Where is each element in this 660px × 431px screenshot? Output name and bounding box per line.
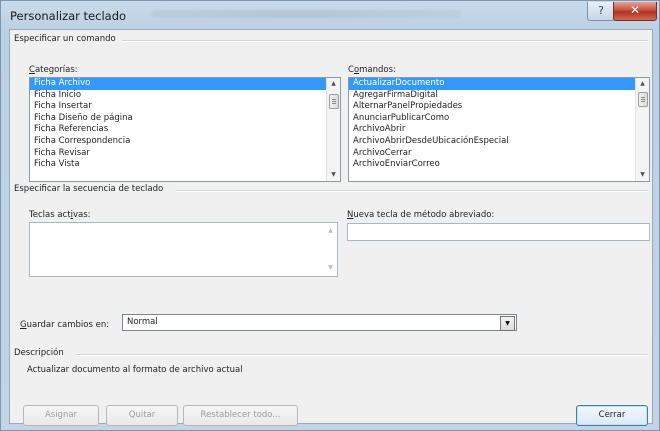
save-in-label: Guardar cambios en:	[20, 320, 110, 330]
list-item[interactable]: Ficha Vista	[30, 159, 326, 171]
list-item[interactable]: ArchivoAbrir	[349, 124, 635, 136]
dialog-title: Personalizar teclado	[10, 9, 127, 23]
categories-items: Ficha Archivo Ficha Inicio Ficha Insertar F…	[30, 78, 326, 171]
scroll-down-icon[interactable]: ▼	[327, 169, 340, 181]
assign-button[interactable]: Asignar	[23, 405, 99, 426]
list-item[interactable]: Ficha Inicio	[30, 90, 326, 102]
window-close-button[interactable]: ✕	[613, 2, 657, 21]
scroll-thumb[interactable]	[329, 94, 339, 109]
list-item[interactable]: AlternarPanelPropiedades	[349, 101, 635, 113]
list-item[interactable]: Ficha Insertar	[30, 101, 326, 113]
list-item[interactable]: Ficha Diseño de página	[30, 113, 326, 125]
list-item[interactable]: Ficha Archivo	[30, 78, 326, 90]
commands-label: Comandos:	[348, 65, 396, 75]
close-button[interactable]: Cerrar	[576, 405, 648, 426]
dialog-body: Especificar un comando Categorías: Ficha…	[9, 29, 653, 426]
scroll-thumb[interactable]	[638, 92, 648, 107]
command-section-title: Especificar un comando	[14, 34, 116, 44]
current-keys-listbox[interactable]: ▲ ▼	[29, 222, 338, 277]
description-text: Actualizar documento al formato de archi…	[27, 365, 243, 375]
section-divider	[122, 40, 648, 42]
list-item[interactable]: ArchivoAbrirDesdeUbicaciónEspecial	[349, 136, 635, 148]
commands-items: ActualizarDocumento AgregarFirmaDigital Al…	[349, 78, 635, 171]
current-keys-scrollbar[interactable]: ▲ ▼	[324, 223, 337, 276]
list-item[interactable]: AgregarFirmaDigital	[349, 90, 635, 102]
new-key-label: Nueva tecla de método abreviado:	[347, 210, 495, 220]
save-in-value: Normal	[127, 317, 158, 327]
scroll-down-icon[interactable]: ▼	[324, 262, 337, 274]
scroll-up-icon[interactable]: ▲	[636, 78, 649, 90]
reset-all-button[interactable]: Restablecer todo...	[183, 405, 298, 426]
current-keys-label: Teclas activas:	[29, 210, 91, 220]
scroll-down-icon[interactable]: ▼	[636, 169, 649, 181]
title-bar[interactable]: Personalizar teclado ? ✕	[1, 1, 659, 29]
save-in-dropdown[interactable]: Normal ▼	[122, 314, 517, 331]
section-divider	[76, 354, 648, 356]
list-item[interactable]: ArchivoEnviarCorreo	[349, 159, 635, 171]
categories-label: Categorías:	[29, 65, 78, 75]
question-icon: ?	[598, 4, 604, 17]
close-icon: ✕	[629, 3, 641, 17]
help-button[interactable]: ?	[587, 2, 615, 21]
categories-listbox[interactable]: Ficha Archivo Ficha Inicio Ficha Insertar F…	[29, 77, 341, 182]
scroll-up-icon[interactable]: ▲	[327, 78, 340, 90]
list-item[interactable]: AnunciarPublicarComo	[349, 113, 635, 125]
categories-scrollbar[interactable]: ▲ ▼	[326, 78, 340, 181]
list-item[interactable]: Ficha Referencias	[30, 124, 326, 136]
chevron-down-icon[interactable]: ▼	[500, 316, 515, 331]
list-item[interactable]: ActualizarDocumento	[349, 78, 635, 90]
commands-listbox[interactable]: ActualizarDocumento AgregarFirmaDigital Al…	[348, 77, 650, 182]
description-section-title: Descripción	[14, 348, 64, 358]
list-item[interactable]: ArchivoCerrar	[349, 148, 635, 160]
background-blur	[151, 10, 461, 18]
section-divider	[176, 190, 648, 192]
keyboard-section-title: Especificar la secuencia de teclado	[14, 184, 164, 194]
scroll-up-icon[interactable]: ▲	[324, 225, 337, 237]
list-item[interactable]: Ficha Revisar	[30, 148, 326, 160]
list-item[interactable]: Ficha Correspondencia	[30, 136, 326, 148]
commands-scrollbar[interactable]: ▲ ▼	[635, 78, 649, 181]
new-shortcut-input[interactable]	[347, 223, 650, 241]
customize-keyboard-dialog: Personalizar teclado ? ✕ Especificar un …	[0, 0, 660, 431]
remove-button[interactable]: Quitar	[106, 405, 178, 426]
